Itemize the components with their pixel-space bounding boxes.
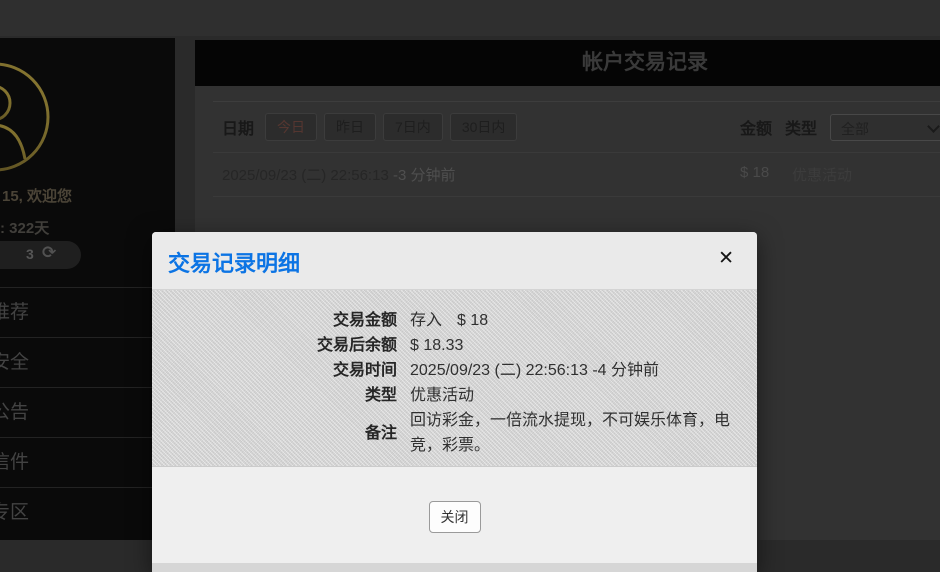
deposit-prefix: 存入 xyxy=(410,312,442,329)
detail-label: 备注 xyxy=(152,421,397,446)
range-button-today[interactable]: 今日 xyxy=(265,113,317,141)
modal-footer: 关闭 xyxy=(152,466,757,563)
welcome-text: 15, 欢迎您 xyxy=(2,185,72,206)
detail-value: 存入$ 18 xyxy=(410,308,488,333)
top-bar xyxy=(0,0,940,36)
balance-pill[interactable]: 3 ⟳ xyxy=(0,241,81,269)
detail-row-type: 类型 优惠活动 xyxy=(152,383,742,408)
sidebar-item-announcement[interactable]: 公告 xyxy=(0,387,175,437)
sidebar: 15, 欢迎您 : 322天 3 ⟳ 推荐 安全 公告 信件 专区 xyxy=(0,38,175,540)
column-filter-group: 金额 类型 全部 xyxy=(740,113,940,141)
range-button-7days[interactable]: 7日内 xyxy=(383,113,443,141)
detail-row-amount: 交易金额 存入$ 18 xyxy=(152,308,742,333)
chevron-down-icon xyxy=(927,120,940,133)
detail-value: 优惠活动 xyxy=(410,383,474,408)
transaction-time: 2025/09/23 (二) 22:56:13 -3 分钟前 xyxy=(222,164,455,185)
modal-title: 交易记录明细 xyxy=(168,246,300,278)
transaction-row[interactable]: 2025/09/23 (二) 22:56:13 -3 分钟前 $ 18 优惠活动 xyxy=(213,152,940,197)
detail-label: 交易后余额 xyxy=(152,333,397,358)
modal-header: 交易记录明细 ✕ xyxy=(152,232,757,290)
membership-days-text: : 322天 xyxy=(0,217,49,238)
sidebar-item-mail[interactable]: 信件 xyxy=(0,437,175,487)
detail-row-remark: 备注 回访彩金，一倍流水提现，不可娱乐体育，电竞，彩票。 xyxy=(152,408,742,458)
type-select[interactable]: 全部 xyxy=(830,114,940,141)
refresh-icon[interactable]: ⟳ xyxy=(42,243,56,263)
detail-row-balance: 交易后余额 $ 18.33 xyxy=(152,333,742,358)
type-select-value: 全部 xyxy=(841,119,869,139)
sidebar-item-security[interactable]: 安全 xyxy=(0,337,175,387)
sidebar-item-zone[interactable]: 专区 xyxy=(0,487,175,537)
balance-fragment: 3 xyxy=(26,246,34,262)
detail-value: 回访彩金，一倍流水提现，不可娱乐体育，电竞，彩票。 xyxy=(410,408,740,458)
date-filter-row: 日期 今日 昨日 7日内 30日内 xyxy=(222,113,517,141)
detail-label: 类型 xyxy=(152,383,397,408)
close-icon[interactable]: ✕ xyxy=(718,249,734,268)
range-button-yesterday[interactable]: 昨日 xyxy=(324,113,376,141)
date-filter-label: 日期 xyxy=(222,115,254,139)
detail-label: 交易时间 xyxy=(152,358,397,383)
detail-value: 2025/09/23 (二) 22:56:13 -4 分钟前 xyxy=(410,358,659,383)
transaction-amount: $ 18 xyxy=(740,164,769,181)
range-button-30days[interactable]: 30日内 xyxy=(450,113,518,141)
transaction-detail-modal: 交易记录明细 ✕ 交易金额 存入$ 18 交易后余额 $ 18.33 交易时间 … xyxy=(152,232,757,572)
sidebar-menu: 推荐 安全 公告 信件 专区 xyxy=(0,287,175,537)
detail-label: 交易金额 xyxy=(152,308,397,333)
type-column-label: 类型 xyxy=(785,115,817,139)
divider xyxy=(213,101,940,102)
modal-body: 交易金额 存入$ 18 交易后余额 $ 18.33 交易时间 2025/09/2… xyxy=(152,290,757,466)
detail-row-time: 交易时间 2025/09/23 (二) 22:56:13 -4 分钟前 xyxy=(152,358,742,383)
sidebar-item-recommend[interactable]: 推荐 xyxy=(0,287,175,337)
amount-column-label: 金额 xyxy=(740,115,772,139)
close-button[interactable]: 关闭 xyxy=(429,501,481,533)
transaction-type: 优惠活动 xyxy=(792,164,852,185)
transaction-time-ago: -3 分钟前 xyxy=(393,167,456,184)
detail-value: $ 18.33 xyxy=(410,333,463,358)
page-title: 帐户交易记录 xyxy=(195,40,940,86)
panel-header: 帐户交易记录 xyxy=(195,40,940,86)
avatar-icon xyxy=(0,61,51,173)
